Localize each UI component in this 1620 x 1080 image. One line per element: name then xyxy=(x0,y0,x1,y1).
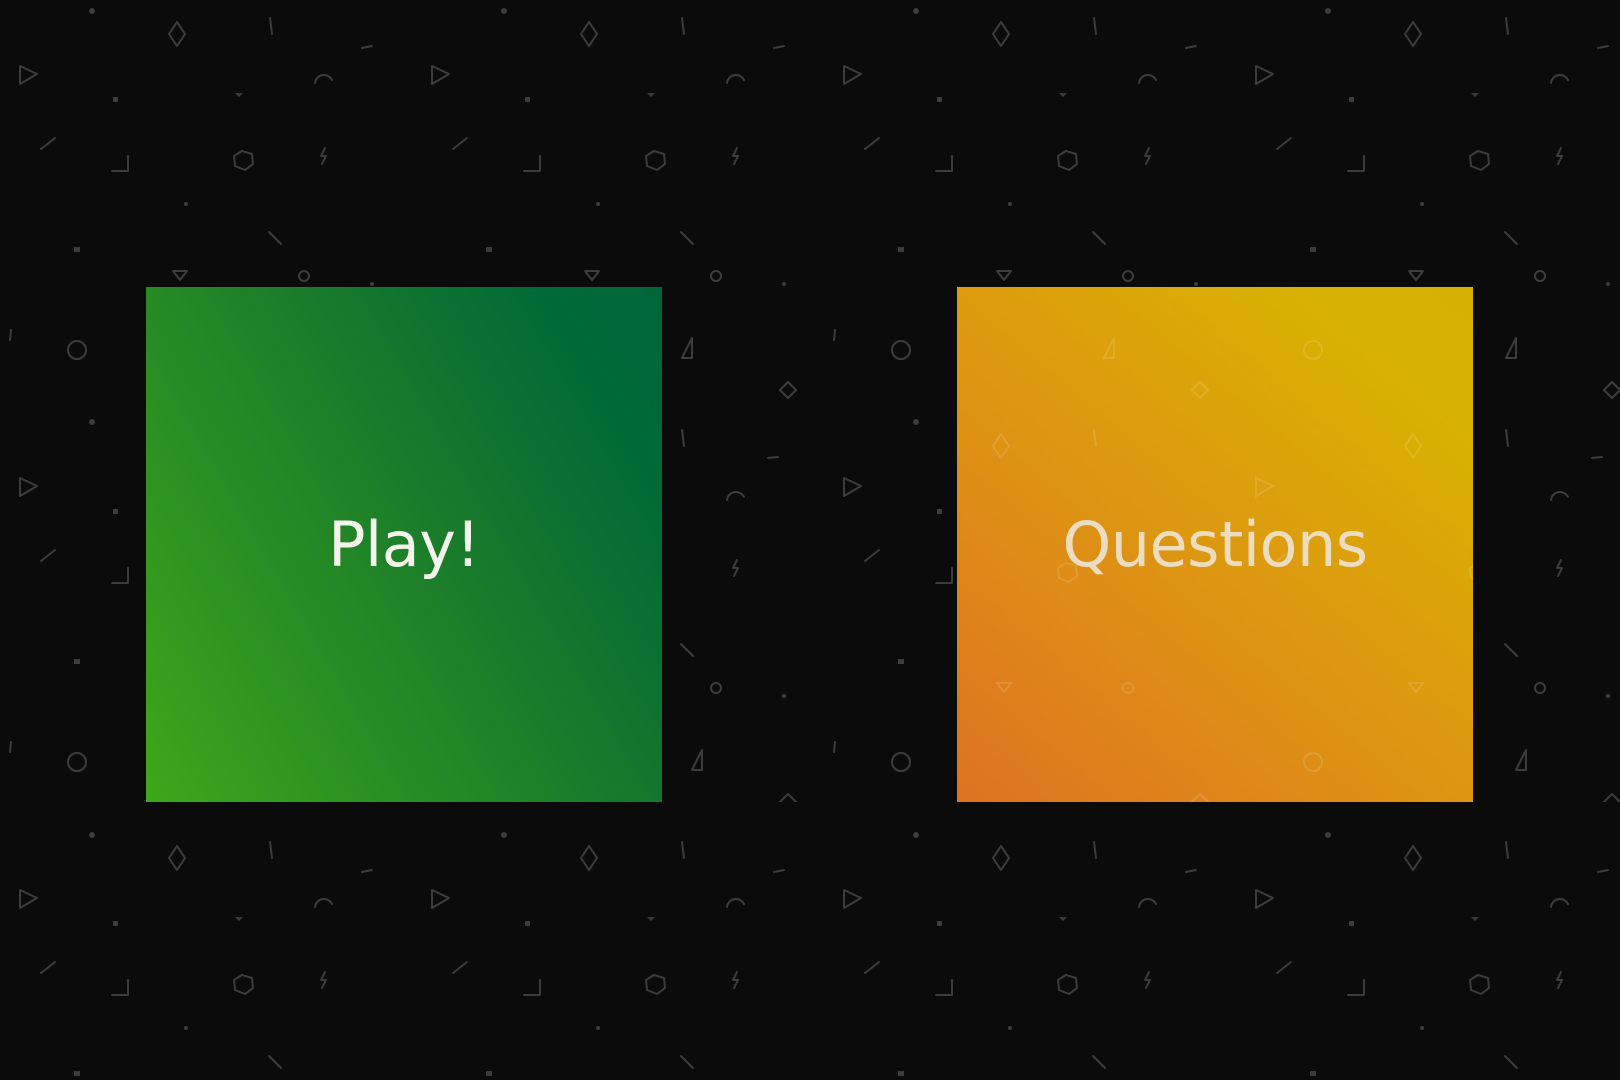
play-button-label: Play! xyxy=(328,508,480,581)
questions-button[interactable]: Questions xyxy=(957,287,1473,802)
questions-button-label: Questions xyxy=(1062,508,1368,581)
play-button[interactable]: Play! xyxy=(146,287,662,802)
main-menu-screen: Play! Questions xyxy=(0,0,1620,1080)
